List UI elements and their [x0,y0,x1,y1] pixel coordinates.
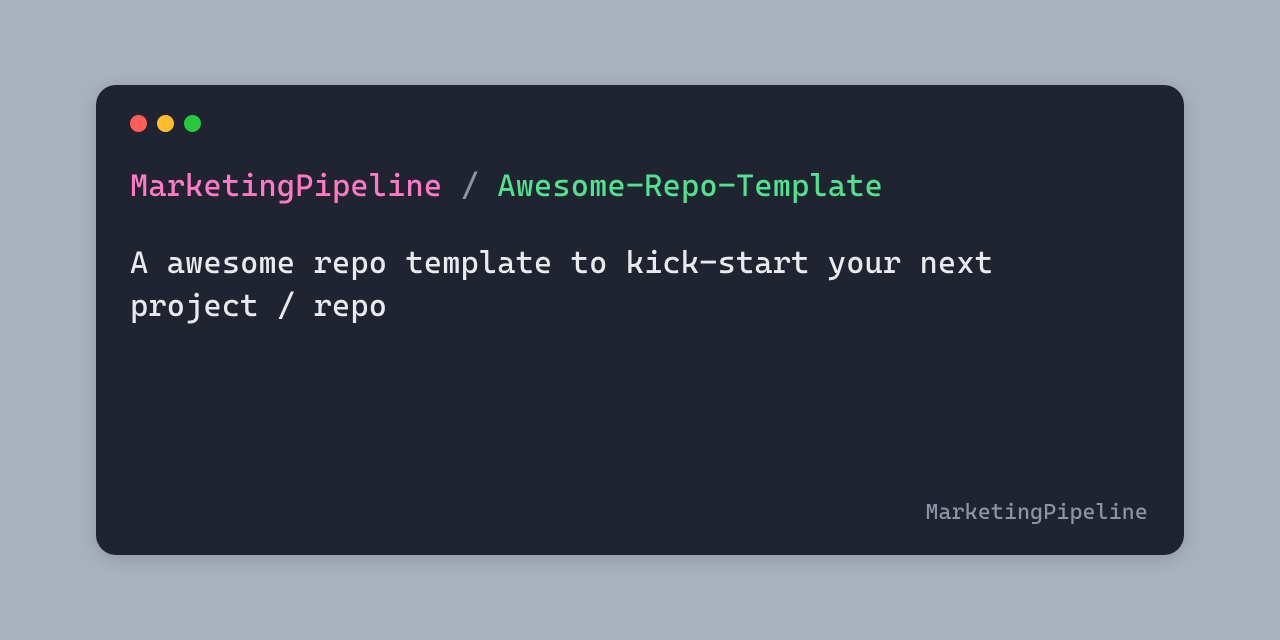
title-separator: / [461,168,498,204]
repo-owner: MarketingPipeline [130,168,442,204]
minimize-icon [157,115,174,132]
repo-name: Awesome-Repo-Template [497,168,883,204]
repo-title: MarketingPipeline / Awesome-Repo-Templat… [130,168,1150,204]
repo-card: MarketingPipeline / Awesome-Repo-Templat… [96,85,1184,555]
maximize-icon [184,115,201,132]
repo-footer: MarketingPipeline [925,500,1148,525]
window-traffic-lights [130,115,1150,132]
close-icon [130,115,147,132]
repo-description: A awesome repo template to kick-start yo… [130,242,1110,329]
